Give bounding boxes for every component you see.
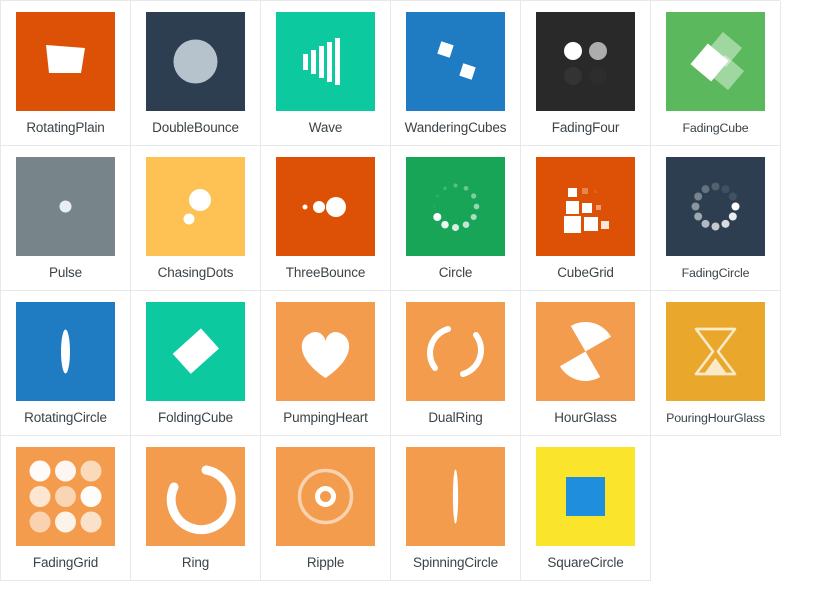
hour-glass-icon xyxy=(536,302,635,401)
gallery-cell-pumpingheart[interactable]: PumpingHeart xyxy=(261,291,391,436)
fading-cube-icon xyxy=(666,12,765,111)
gallery-cell-label: ThreeBounce xyxy=(285,265,366,280)
pumping-heart-icon-glyph xyxy=(276,302,375,401)
gallery-cell-label: RotatingPlain xyxy=(26,120,105,135)
ripple-icon-glyph xyxy=(276,447,375,546)
gallery-cell-wanderingcubes[interactable]: WanderingCubes xyxy=(391,1,521,146)
gallery-cell-fadingcube[interactable]: FadingCube xyxy=(651,1,781,146)
gallery-cell-label: PouringHourGlass xyxy=(666,411,765,425)
gallery-cell-foldingcube[interactable]: FoldingCube xyxy=(131,291,261,436)
fading-four-icon-glyph xyxy=(536,12,635,111)
gallery-cell-label: ChasingDots xyxy=(157,265,234,280)
chasing-dots-icon xyxy=(146,157,245,256)
ring-icon-glyph xyxy=(146,447,245,546)
chasing-dots-icon-glyph xyxy=(146,157,245,256)
wave-icon xyxy=(276,12,375,111)
gallery-cell-label: SpinningCircle xyxy=(413,555,498,570)
wandering-cubes-icon-glyph xyxy=(406,12,505,111)
gallery-cell-label: HourGlass xyxy=(554,410,617,425)
ring-icon xyxy=(146,447,245,546)
square-circle-icon-glyph xyxy=(536,447,635,546)
rotating-circle-icon-glyph xyxy=(16,302,115,401)
gallery-cell-fadingcircle[interactable]: FadingCircle xyxy=(651,146,781,291)
cube-grid-icon xyxy=(536,157,635,256)
gallery-cell-empty xyxy=(651,436,781,581)
fading-grid-icon xyxy=(16,447,115,546)
three-bounce-icon xyxy=(276,157,375,256)
pouring-hour-glass-icon-glyph xyxy=(666,302,765,401)
pumping-heart-icon xyxy=(276,302,375,401)
gallery-cell-rotatingcircle[interactable]: RotatingCircle xyxy=(1,291,131,436)
gallery-cell-label: CubeGrid xyxy=(557,265,614,280)
gallery-cell-ring[interactable]: Ring xyxy=(131,436,261,581)
double-bounce-icon xyxy=(146,12,245,111)
wandering-cubes-icon xyxy=(406,12,505,111)
gallery-cell-label: RotatingCircle xyxy=(24,410,107,425)
gallery-cell-label: WanderingCubes xyxy=(404,120,507,135)
gallery-cell-fadinggrid[interactable]: FadingGrid xyxy=(1,436,131,581)
spinning-circle-icon xyxy=(406,447,505,546)
gallery-cell-label: DoubleBounce xyxy=(152,120,239,135)
fading-grid-icon-glyph xyxy=(16,447,115,546)
spinning-circle-icon-glyph xyxy=(406,447,505,546)
cube-grid-icon-glyph xyxy=(536,157,635,256)
gallery-cell-pulse[interactable]: Pulse xyxy=(1,146,131,291)
loading-indicator-gallery: RotatingPlain DoubleBounce Wave Wandering… xyxy=(0,0,781,581)
gallery-cell-label: SquareCircle xyxy=(547,555,624,570)
three-bounce-icon-glyph xyxy=(276,157,375,256)
gallery-cell-label: Pulse xyxy=(48,265,83,280)
gallery-cell-label: FoldingCube xyxy=(158,410,233,425)
square-circle-icon xyxy=(536,447,635,546)
gallery-cell-fadingfour[interactable]: FadingFour xyxy=(521,1,651,146)
circle-icon-glyph xyxy=(406,157,505,256)
fading-cube-icon-glyph xyxy=(666,12,765,111)
gallery-cell-circle[interactable]: Circle xyxy=(391,146,521,291)
gallery-cell-label: DualRing xyxy=(428,410,483,425)
pouring-hour-glass-icon xyxy=(666,302,765,401)
gallery-cell-cubegrid[interactable]: CubeGrid xyxy=(521,146,651,291)
rotating-plain-icon xyxy=(16,12,115,111)
gallery-cell-threebounce[interactable]: ThreeBounce xyxy=(261,146,391,291)
dual-ring-icon xyxy=(406,302,505,401)
pulse-icon-glyph xyxy=(16,157,115,256)
gallery-cell-label: FadingCircle xyxy=(681,266,750,280)
gallery-cell-hourglass[interactable]: HourGlass xyxy=(521,291,651,436)
gallery-cell-label: Ring xyxy=(181,555,210,570)
fading-four-icon xyxy=(536,12,635,111)
gallery-cell-ripple[interactable]: Ripple xyxy=(261,436,391,581)
gallery-cell-label: FadingCube xyxy=(682,121,749,135)
gallery-cell-pouringhourglass[interactable]: PouringHourGlass xyxy=(651,291,781,436)
gallery-cell-wave[interactable]: Wave xyxy=(261,1,391,146)
gallery-cell-doublebounce[interactable]: DoubleBounce xyxy=(131,1,261,146)
gallery-cell-squarecircle[interactable]: SquareCircle xyxy=(521,436,651,581)
gallery-cell-label: FadingGrid xyxy=(32,555,99,570)
gallery-cell-label: Ripple xyxy=(306,555,345,570)
gallery-cell-spinningcircle[interactable]: SpinningCircle xyxy=(391,436,521,581)
folding-cube-icon xyxy=(146,302,245,401)
gallery-cell-label: FadingFour xyxy=(551,120,620,135)
folding-cube-icon-glyph xyxy=(146,302,245,401)
gallery-cell-chasingdots[interactable]: ChasingDots xyxy=(131,146,261,291)
fading-circle-icon xyxy=(666,157,765,256)
gallery-cell-dualring[interactable]: DualRing xyxy=(391,291,521,436)
circle-icon xyxy=(406,157,505,256)
gallery-cell-label: Wave xyxy=(308,120,343,135)
rotating-circle-icon xyxy=(16,302,115,401)
rotating-plain-icon-glyph xyxy=(16,12,115,111)
pulse-icon xyxy=(16,157,115,256)
hour-glass-icon-glyph xyxy=(536,302,635,401)
double-bounce-icon-glyph xyxy=(146,12,245,111)
gallery-cell-label: Circle xyxy=(438,265,473,280)
wave-icon-glyph xyxy=(276,12,375,111)
gallery-cell-rotatingplain[interactable]: RotatingPlain xyxy=(1,1,131,146)
dual-ring-icon-glyph xyxy=(406,302,505,401)
fading-circle-icon-glyph xyxy=(666,157,765,256)
gallery-cell-label: PumpingHeart xyxy=(283,410,368,425)
ripple-icon xyxy=(276,447,375,546)
